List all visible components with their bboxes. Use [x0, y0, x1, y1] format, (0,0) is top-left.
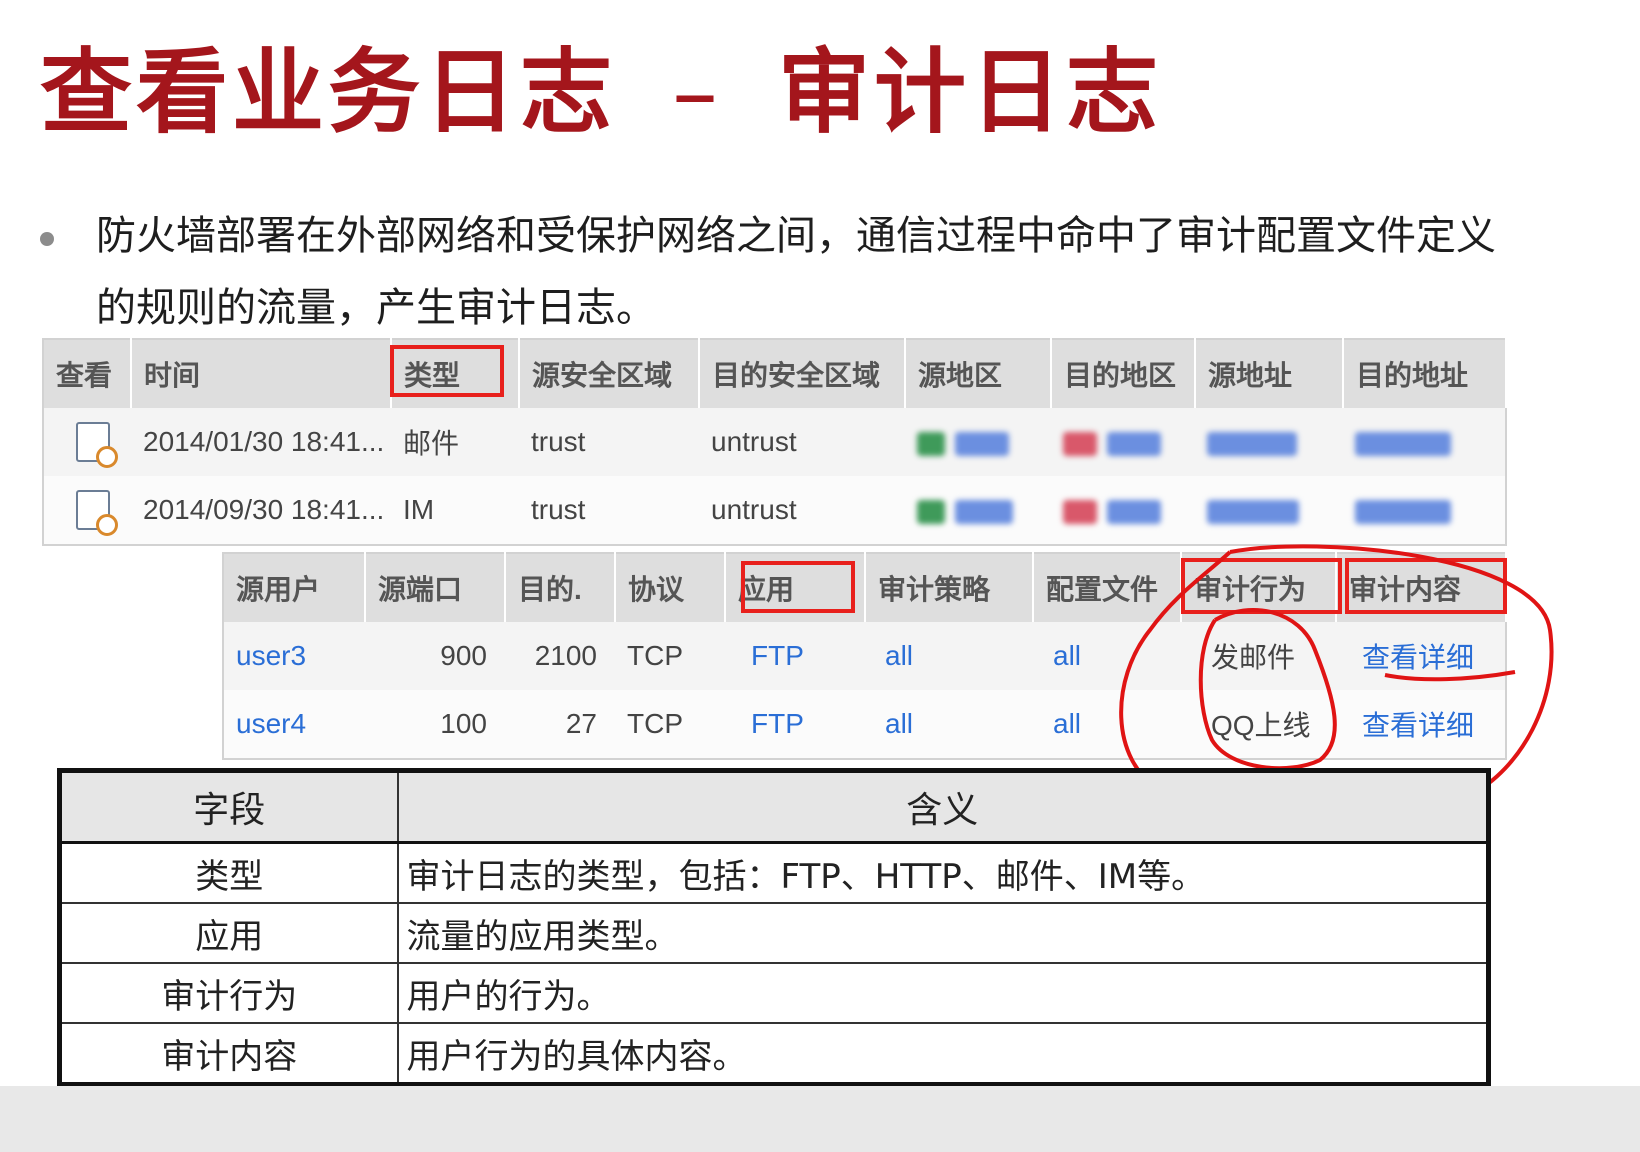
dst-address-cell	[1343, 408, 1506, 476]
col-header-src-user[interactable]: 源用户	[223, 553, 366, 622]
audit-action-cell: 发邮件	[1181, 622, 1336, 690]
field-cell: 应用	[58, 902, 399, 964]
view-details-link[interactable]: 查看详细	[1336, 622, 1506, 690]
redacted-text	[955, 499, 1013, 524]
meaning-cell: 用户行为的具体内容。	[396, 1022, 1490, 1086]
table-row: user4 100 27 TCP FTP all all QQ上线 查看详细	[223, 690, 1506, 759]
application-link[interactable]: FTP	[725, 622, 865, 690]
application-link[interactable]: FTP	[725, 690, 865, 759]
protocol-cell: TCP	[615, 690, 725, 759]
document-search-icon[interactable]	[76, 422, 118, 468]
title-left: 查看业务日志	[40, 39, 617, 146]
dst-region-cell	[1051, 476, 1195, 545]
col-header-type[interactable]: 类型	[391, 339, 520, 408]
src-port-cell: 100	[365, 690, 505, 759]
col-header-audit-content[interactable]: 审计内容	[1336, 553, 1507, 622]
time-cell: 2014/01/30 18:41...	[131, 408, 391, 476]
col-header-src-address[interactable]: 源地址	[1195, 339, 1344, 408]
table-row: 类型 审计日志的类型，包括：FTP、HTTP、邮件、IM等。	[58, 841, 1490, 904]
col-header-audit-policy[interactable]: 审计策略	[865, 553, 1034, 622]
field-cell: 类型	[58, 841, 399, 904]
col-header-dst-port[interactable]: 目的.	[505, 553, 616, 622]
col-header-time[interactable]: 时间	[131, 339, 392, 408]
col-header-src-region[interactable]: 源地区	[905, 339, 1052, 408]
redacted-text	[1355, 499, 1451, 524]
col-header-dst-zone[interactable]: 目的安全区域	[699, 339, 906, 408]
src-region-cell	[905, 476, 1051, 545]
src-user-link[interactable]: user4	[223, 690, 365, 759]
type-cell: 邮件	[391, 408, 519, 476]
type-cell: IM	[391, 476, 519, 545]
col-header-profile[interactable]: 配置文件	[1033, 553, 1182, 622]
src-zone-cell: trust	[519, 476, 699, 545]
table-row: user3 900 2100 TCP FTP all all 发邮件 查看详细	[223, 622, 1506, 690]
audit-action-cell: QQ上线	[1181, 690, 1336, 759]
log-table-2: 源用户 源端口 目的. 协议 应用 审计策略 配置文件 审计行为 审计内容 us…	[222, 552, 1507, 760]
bullet-text: 防火墙部署在外部网络和受保护网络之间，通信过程中命中了审计配置文件定义的规则的流…	[96, 213, 1496, 331]
dst-region-cell	[1051, 408, 1195, 476]
col-header-src-port[interactable]: 源端口	[365, 553, 506, 622]
dst-zone-cell: untrust	[699, 408, 905, 476]
meaning-cell: 流量的应用类型。	[396, 902, 1490, 964]
redacted-text	[955, 431, 1009, 456]
table-row: 审计行为 用户的行为。	[58, 962, 1490, 1024]
region-flag-icon	[917, 431, 945, 456]
view-cell	[43, 476, 131, 545]
bullet-dot-icon	[40, 232, 54, 246]
footer-bar	[0, 1086, 1640, 1152]
redacted-text	[1107, 431, 1161, 456]
document-search-icon[interactable]	[76, 490, 118, 536]
region-flag-icon	[1063, 431, 1097, 456]
src-region-cell	[905, 408, 1051, 476]
src-zone-cell: trust	[519, 408, 699, 476]
src-user-link[interactable]: user3	[223, 622, 365, 690]
src-address-cell	[1195, 476, 1343, 545]
dst-zone-cell: untrust	[699, 476, 905, 545]
region-flag-icon	[917, 499, 945, 524]
audit-policy-link[interactable]: all	[865, 690, 1033, 759]
col-header-application[interactable]: 应用	[725, 553, 866, 622]
dst-port-cell: 27	[505, 690, 615, 759]
field-cell: 审计内容	[58, 1022, 399, 1086]
redacted-text	[1207, 499, 1299, 524]
definition-table: 字段 含义 类型 审计日志的类型，包括：FTP、HTTP、邮件、IM等。 应用 …	[57, 768, 1491, 1087]
region-flag-icon	[1063, 499, 1097, 524]
dst-address-cell	[1343, 476, 1506, 545]
table-row: 2014/09/30 18:41... IM trust untrust	[43, 476, 1506, 545]
meaning-cell: 用户的行为。	[396, 962, 1490, 1024]
table-row: 2014/01/30 18:41... 邮件 trust untrust	[43, 408, 1506, 476]
col-header-view[interactable]: 查看	[43, 339, 132, 408]
log-table-1: 查看 时间 类型 源安全区域 目的安全区域 源地区 目的地区 源地址 目的地址 …	[42, 338, 1507, 546]
audit-policy-link[interactable]: all	[865, 622, 1033, 690]
redacted-text	[1107, 499, 1161, 524]
table-row: 应用 流量的应用类型。	[58, 902, 1490, 964]
meaning-header: 含义	[396, 769, 1490, 844]
profile-link[interactable]: all	[1033, 622, 1181, 690]
title-separator: –	[672, 39, 723, 146]
slide-title: 查看业务日志 – 审计日志	[40, 18, 1162, 151]
profile-link[interactable]: all	[1033, 690, 1181, 759]
col-header-dst-address[interactable]: 目的地址	[1343, 339, 1507, 408]
redacted-text	[1355, 431, 1451, 456]
table-row: 审计内容 用户行为的具体内容。	[58, 1022, 1490, 1086]
protocol-cell: TCP	[615, 622, 725, 690]
view-details-link[interactable]: 查看详细	[1336, 690, 1506, 759]
col-header-src-zone[interactable]: 源安全区域	[519, 339, 700, 408]
definition-header-row: 字段 含义	[58, 769, 1490, 844]
time-cell: 2014/09/30 18:41...	[131, 476, 391, 545]
title-right: 审计日志	[778, 39, 1163, 146]
col-header-dst-region[interactable]: 目的地区	[1051, 339, 1196, 408]
log-table-1-header: 查看 时间 类型 源安全区域 目的安全区域 源地区 目的地区 源地址 目的地址	[43, 339, 1507, 408]
src-address-cell	[1195, 408, 1343, 476]
meaning-cell: 审计日志的类型，包括：FTP、HTTP、邮件、IM等。	[396, 841, 1490, 904]
dst-port-cell: 2100	[505, 622, 615, 690]
field-cell: 审计行为	[58, 962, 399, 1024]
field-header: 字段	[58, 769, 399, 844]
col-header-audit-action[interactable]: 审计行为	[1181, 553, 1337, 622]
log-table-2-header: 源用户 源端口 目的. 协议 应用 审计策略 配置文件 审计行为 审计内容	[223, 553, 1507, 622]
redacted-text	[1207, 431, 1297, 456]
src-port-cell: 900	[365, 622, 505, 690]
view-cell	[43, 408, 131, 476]
col-header-protocol[interactable]: 协议	[615, 553, 726, 622]
